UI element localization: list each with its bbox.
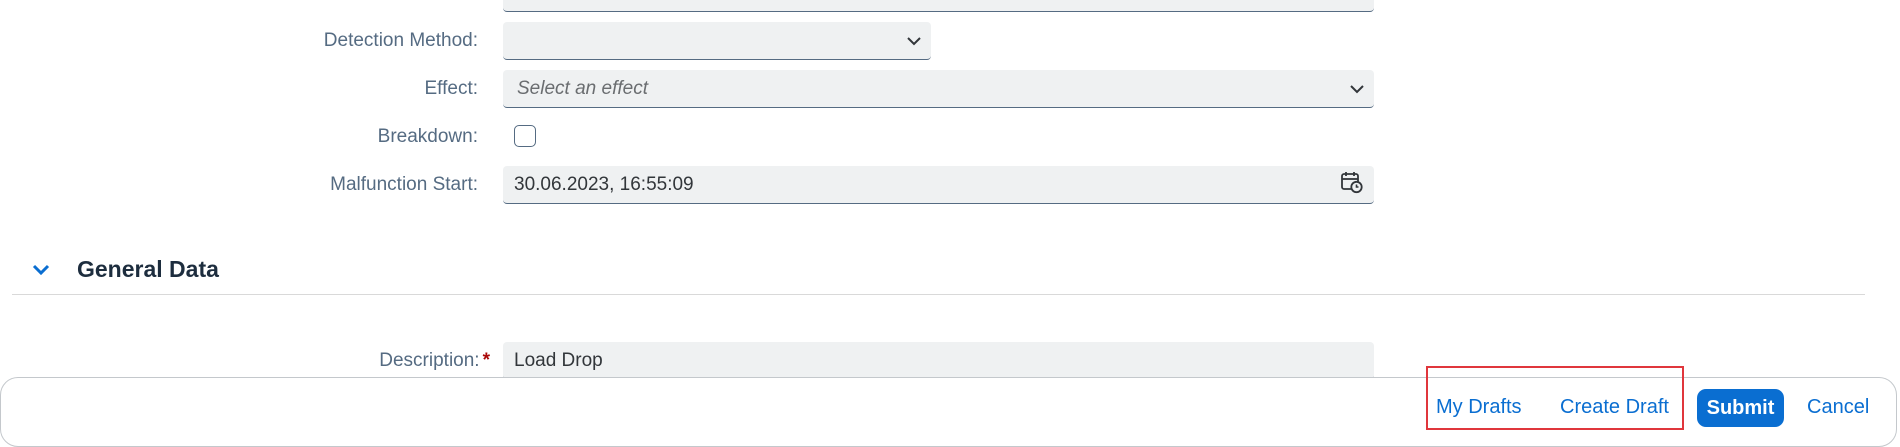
effect-label: Effect: — [424, 78, 478, 99]
detection-method-select[interactable] — [503, 22, 931, 60]
section-divider — [12, 294, 1865, 295]
cancel-button[interactable]: Cancel — [1807, 396, 1869, 419]
my-drafts-button[interactable]: My Drafts — [1436, 396, 1522, 419]
detection-method-label: Detection Method: — [323, 30, 478, 51]
calendar-clock-icon[interactable] — [1340, 170, 1364, 200]
description-input[interactable]: Load Drop — [503, 342, 1374, 380]
malfunction-start-value: 30.06.2023, 16:55:09 — [514, 173, 694, 195]
chevron-down-icon[interactable] — [907, 30, 921, 52]
create-draft-button[interactable]: Create Draft — [1560, 396, 1669, 419]
submit-button[interactable]: Submit — [1697, 389, 1784, 427]
section-collapse-icon[interactable] — [30, 262, 52, 278]
malfunction-start-input[interactable]: 30.06.2023, 16:55:09 — [503, 166, 1374, 204]
partial-top-field[interactable] — [503, 0, 1374, 12]
description-value: Load Drop — [514, 349, 603, 371]
malfunction-start-label: Malfunction Start: — [330, 174, 478, 195]
description-label-text: Description: — [379, 350, 480, 371]
effect-placeholder: Select an effect — [517, 77, 648, 99]
required-indicator: * — [482, 350, 490, 371]
chevron-down-icon[interactable] — [1350, 78, 1364, 100]
section-title-general-data: General Data — [77, 256, 219, 282]
breakdown-label: Breakdown: — [377, 126, 478, 147]
description-label: Description: * — [379, 350, 490, 372]
effect-select[interactable]: Select an effect — [503, 70, 1374, 108]
breakdown-checkbox[interactable] — [514, 125, 536, 147]
